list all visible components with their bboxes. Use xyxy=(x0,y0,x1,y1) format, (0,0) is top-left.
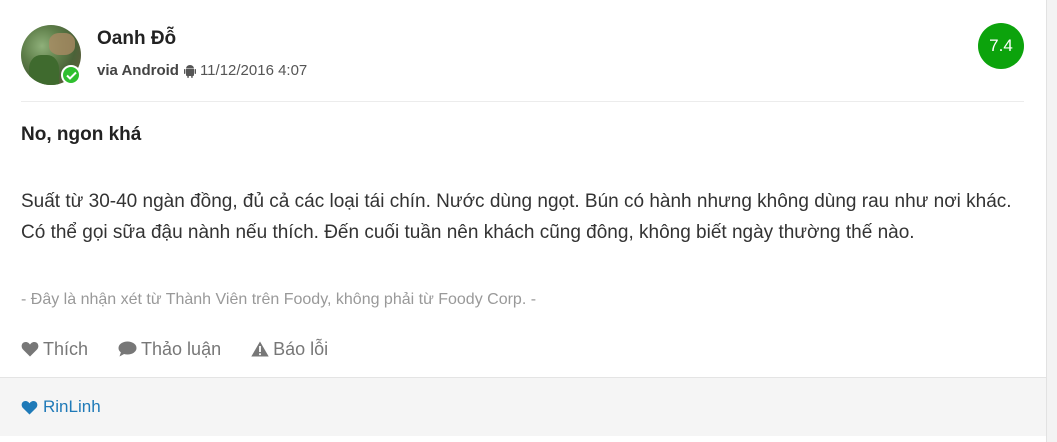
liker-link[interactable]: RinLinh xyxy=(21,397,101,417)
review-actions: Thích Thảo luận Báo lỗi xyxy=(21,338,358,360)
android-icon xyxy=(183,64,196,78)
discuss-button[interactable]: Thảo luận xyxy=(118,339,221,360)
review-timestamp: 11/12/2016 4:07 xyxy=(199,62,308,79)
comment-icon xyxy=(118,341,137,357)
via-platform: via Android xyxy=(97,62,179,79)
heart-icon xyxy=(21,400,38,415)
liker-name: RinLinh xyxy=(43,397,101,416)
user-name[interactable]: Oanh Đỗ xyxy=(97,28,176,50)
review-disclaimer: - Đây là nhận xét từ Thành Viên trên Foo… xyxy=(21,291,537,308)
heart-icon xyxy=(21,342,39,357)
rating-score-badge: 7.4 xyxy=(978,23,1024,69)
like-label: Thích xyxy=(43,338,89,359)
report-label: Báo lỗi xyxy=(273,338,329,359)
likes-footer: RinLinh xyxy=(0,377,1046,436)
report-button[interactable]: Báo lỗi xyxy=(251,339,328,360)
review-card: Oanh Đỗ via Android 11/12/2016 4:07 7.4 … xyxy=(0,0,1047,442)
verified-check-icon xyxy=(61,65,81,85)
review-meta: via Android 11/12/2016 4:07 xyxy=(97,62,307,79)
review-title[interactable]: No, ngon khá xyxy=(21,124,141,146)
review-header: Oanh Đỗ via Android 11/12/2016 4:07 7.4 xyxy=(0,0,1047,102)
review-body: Suất từ 30-40 ngàn đồng, đủ cả các loại … xyxy=(21,191,1012,243)
like-button[interactable]: Thích xyxy=(21,339,88,360)
discuss-label: Thảo luận xyxy=(141,338,222,359)
header-divider xyxy=(21,101,1024,102)
warning-icon xyxy=(251,341,269,357)
